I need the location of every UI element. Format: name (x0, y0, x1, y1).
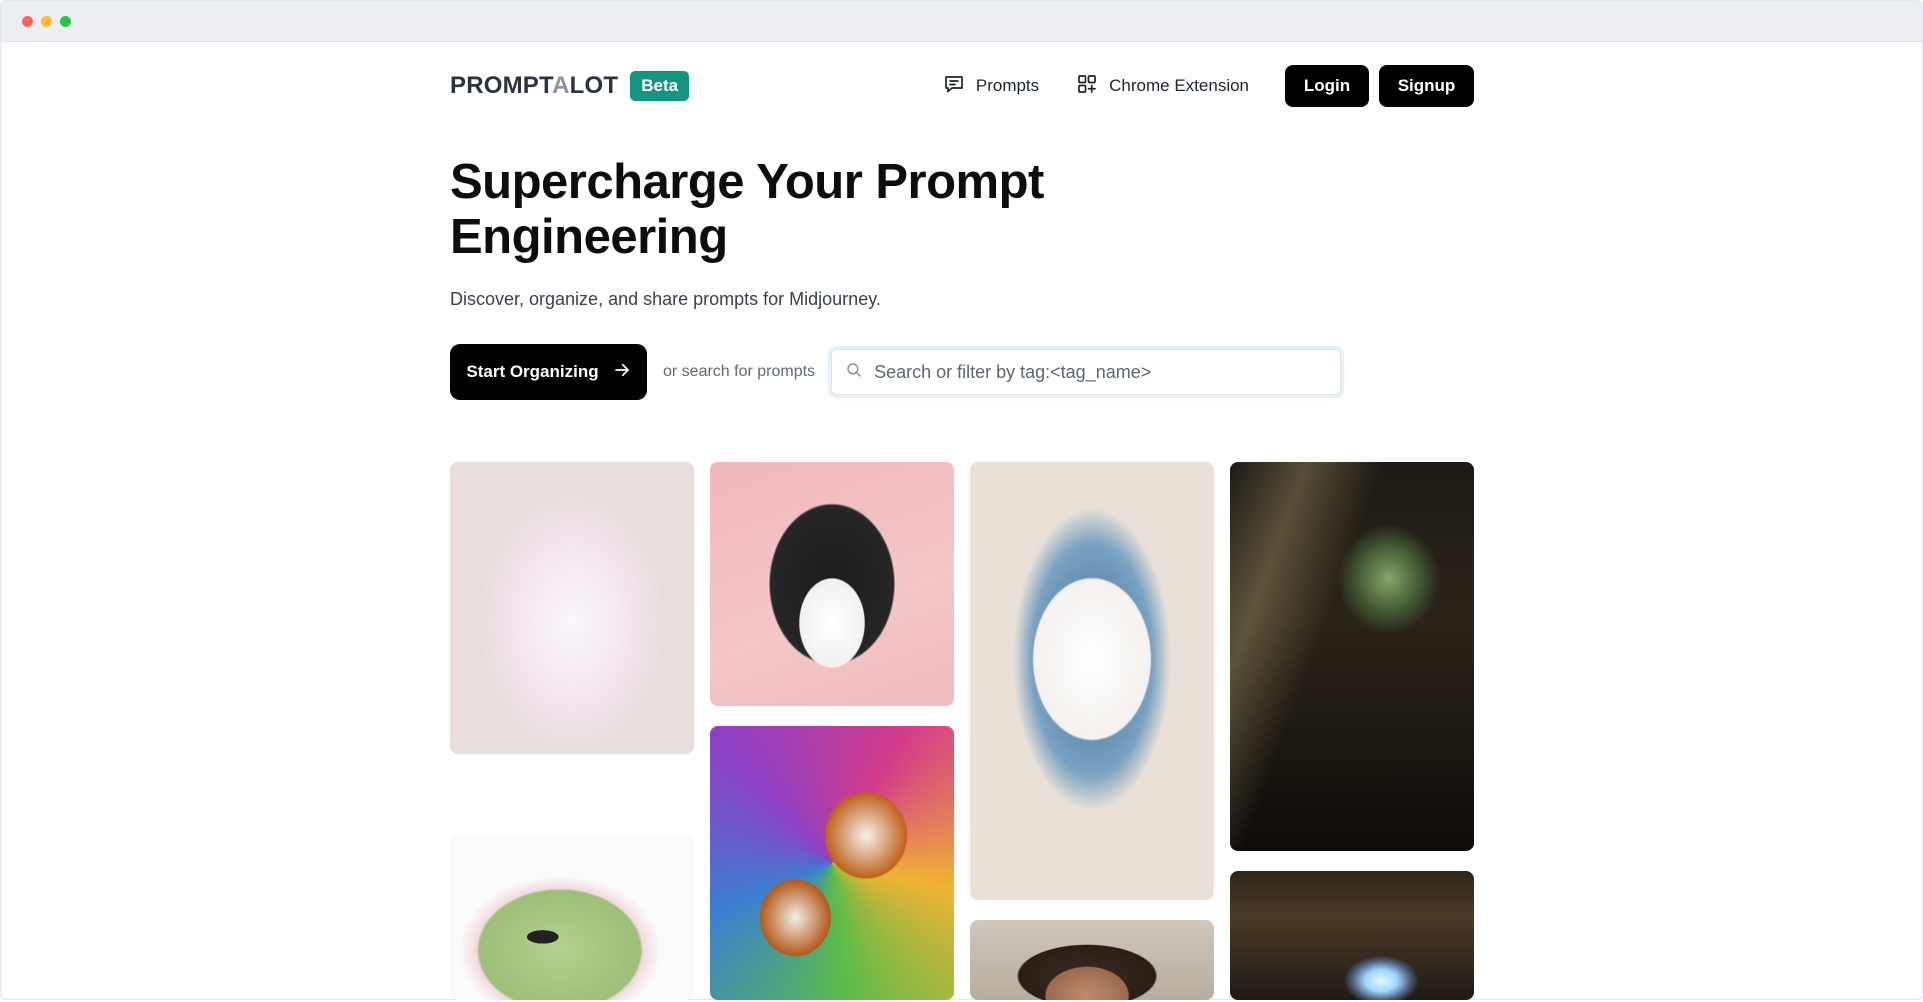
boston-terrier-image: boston-terrier-image (710, 462, 711, 463)
gallery-item[interactable]: snowman-image (970, 462, 1214, 900)
nav-links: Prompts Chrome Extension Login Signup (942, 65, 1474, 107)
logo-text-part: A (552, 72, 570, 99)
window-close-button[interactable] (22, 15, 33, 27)
page-subtitle: Discover, organize, and share prompts fo… (450, 289, 881, 309)
snowman-image: snowman-image (970, 462, 971, 463)
nav-link-prompts[interactable]: Prompts (942, 72, 1039, 101)
nav-link-label: Prompts (975, 76, 1040, 95)
search-box[interactable] (831, 349, 1342, 395)
gallery-item[interactable]: cat-sticker-image (450, 462, 694, 754)
gallery-item[interactable]: kitchen-window-image (1230, 462, 1474, 851)
gallery-item[interactable]: frog-sticker-image (450, 834, 694, 1000)
prompt-gallery: cat-sticker-image boston-terrier-image s… (450, 462, 1474, 1002)
gallery-item[interactable]: boston-terrier-image (710, 462, 954, 706)
search-input[interactable] (872, 360, 1317, 384)
cta-row: Start Organizing or search for prompts (450, 344, 1474, 400)
start-organizing-button[interactable]: Start Organizing (450, 344, 647, 400)
gallery-item[interactable]: beagles-flowers-image (710, 726, 954, 1000)
top-nav: PROMPTALOT Beta Prompts Chrome Extension… (450, 41, 1474, 131)
page-title: Supercharge Your Prompt Engineering (450, 155, 1044, 264)
crystal-room-image: crystal-room-image (1230, 871, 1231, 872)
beta-badge: Beta (630, 71, 690, 101)
nav-link-chrome-extension[interactable]: Chrome Extension (1075, 72, 1249, 101)
window-maximize-button[interactable] (60, 15, 71, 27)
window-titlebar (1, 1, 1922, 42)
frog-sticker-image: frog-sticker-image (450, 834, 451, 835)
gallery-item[interactable]: man-portrait-image (970, 920, 1214, 1000)
page-container: PROMPTALOT Beta Prompts Chrome Extension… (450, 41, 1474, 400)
cat-sticker-image: cat-sticker-image (450, 462, 451, 463)
brand[interactable]: PROMPTALOT Beta (450, 71, 690, 101)
kitchen-window-image: kitchen-window-image (1230, 462, 1231, 463)
search-icon (845, 361, 863, 384)
logo-text-part: PROMPT (450, 72, 553, 99)
logo[interactable]: PROMPTALOT (450, 72, 618, 100)
arrow-right-icon (613, 361, 631, 384)
window-minimize-button[interactable] (41, 15, 52, 27)
login-button[interactable]: Login (1285, 65, 1369, 107)
beagles-flowers-image: beagles-flowers-image (710, 726, 711, 727)
nav-link-label: Chrome Extension (1109, 76, 1249, 95)
search-hint: or search for prompts (663, 363, 816, 380)
start-organizing-label: Start Organizing (466, 362, 599, 381)
signup-button[interactable]: Signup (1379, 65, 1474, 107)
chat-bubble-icon (942, 72, 966, 101)
grid-plus-icon (1075, 72, 1099, 101)
man-portrait-image: man-portrait-image (970, 920, 971, 921)
gallery-item[interactable]: crystal-room-image (1230, 871, 1474, 1000)
logo-text-part: LOT (569, 72, 619, 99)
